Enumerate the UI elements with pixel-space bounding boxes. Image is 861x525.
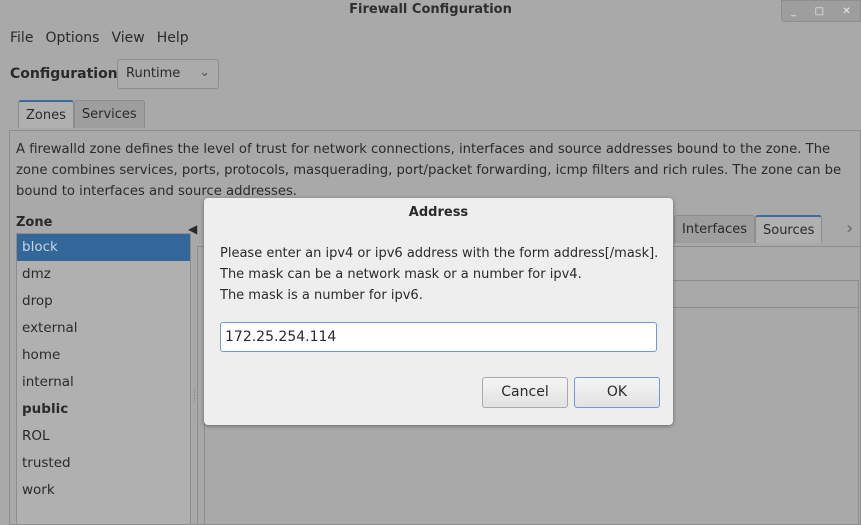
zone-item-drop[interactable]: drop xyxy=(17,288,190,315)
chevron-down-icon: ⌄ xyxy=(199,65,210,80)
minimize-icon[interactable]: _ xyxy=(791,6,796,17)
zone-item-block[interactable]: block xyxy=(17,234,190,261)
main-tabs: Zones Services xyxy=(18,100,145,128)
zone-item-work[interactable]: work xyxy=(17,477,190,504)
zone-description: A firewalld zone defines the level of tr… xyxy=(16,142,842,199)
cancel-button[interactable]: Cancel xyxy=(482,377,568,408)
pane-handle-icon[interactable]: ⋮ ⋮ xyxy=(190,389,199,404)
zone-label: Zone xyxy=(16,215,53,230)
zone-item-public[interactable]: public xyxy=(17,396,190,423)
close-icon[interactable]: ✕ xyxy=(842,6,850,17)
dialog-message: Please enter an ipv4 or ipv6 address wit… xyxy=(220,243,658,306)
configuration-select[interactable]: Runtime ⌄ xyxy=(117,59,219,89)
zone-item-external[interactable]: external xyxy=(17,315,190,342)
zone-list: block dmz drop external home internal pu… xyxy=(16,233,191,525)
address-dialog: Address Please enter an ipv4 or ipv6 add… xyxy=(204,198,673,425)
tab-sources[interactable]: Sources xyxy=(754,215,823,243)
tab-interfaces[interactable]: Interfaces xyxy=(674,215,755,243)
tab-zones[interactable]: Zones xyxy=(18,100,74,128)
window-controls: _ □ ✕ xyxy=(781,0,861,22)
menu-view[interactable]: View xyxy=(105,30,150,46)
configuration-value: Runtime xyxy=(126,66,181,81)
menu-bar: File Options View Help xyxy=(4,30,195,46)
zone-item-dmz[interactable]: dmz xyxy=(17,261,190,288)
zone-item-trusted[interactable]: trusted xyxy=(17,450,190,477)
menu-help[interactable]: Help xyxy=(151,30,195,46)
configuration-label: Configuration: xyxy=(10,66,124,82)
ok-button[interactable]: OK xyxy=(574,377,660,408)
menu-file[interactable]: File xyxy=(4,30,39,46)
zone-item-home[interactable]: home xyxy=(17,342,190,369)
maximize-icon[interactable]: □ xyxy=(815,6,824,17)
message-line: The mask can be a network mask or a numb… xyxy=(220,267,582,282)
chevron-right-icon[interactable]: › xyxy=(846,218,853,239)
zone-tabs: Interfaces Sources xyxy=(674,215,823,243)
message-line: Please enter an ipv4 or ipv6 address wit… xyxy=(220,246,659,261)
zone-item-rol[interactable]: ROL xyxy=(17,423,190,450)
address-input[interactable] xyxy=(220,322,657,352)
dialog-title: Address xyxy=(408,205,469,220)
menu-options[interactable]: Options xyxy=(39,30,105,46)
scroll-left-icon[interactable]: ◀ xyxy=(188,222,197,236)
zone-item-internal[interactable]: internal xyxy=(17,369,190,396)
message-line: The mask is a number for ipv6. xyxy=(220,288,423,303)
tab-services[interactable]: Services xyxy=(73,100,145,128)
window-title: Firewall Configuration xyxy=(349,2,512,17)
